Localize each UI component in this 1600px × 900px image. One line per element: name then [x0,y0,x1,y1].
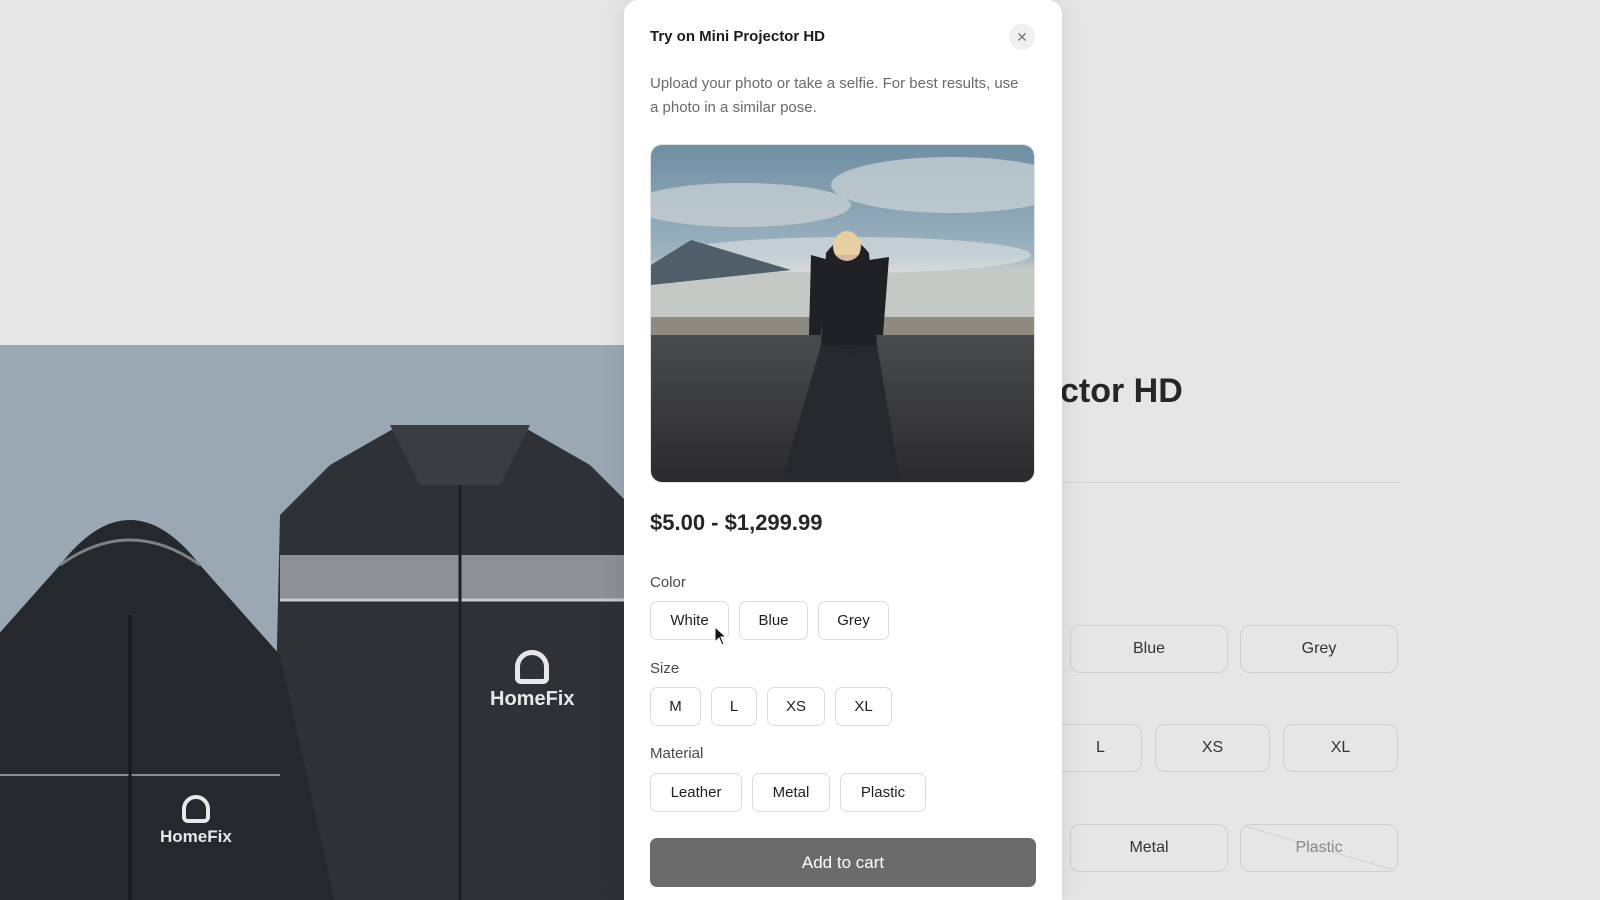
bg-size-option-xs[interactable]: XS [1155,724,1270,772]
try-on-modal: Try on Mini Projector HD ✕ Upload your p… [624,0,1062,900]
try-on-photo [650,144,1035,483]
bg-material-option-metal[interactable]: Metal [1070,824,1228,872]
price-range: $5.00 - $1,299.99 [650,510,823,535]
bg-material-option-plastic: Plastic [1240,824,1398,872]
material-label: Material [650,745,704,762]
bg-size-option-xl[interactable]: XL [1283,724,1398,772]
close-button[interactable]: ✕ [1009,24,1035,50]
bg-size-option-l[interactable]: L [1060,724,1142,772]
color-option-blue[interactable]: Blue [739,601,808,640]
size-options: M L XS XL [650,687,892,726]
product-image: HomeFix HomeFix [0,345,625,900]
material-option-plastic[interactable]: Plastic [840,773,926,812]
size-option-xs[interactable]: XS [767,687,825,726]
bg-color-option-blue[interactable]: Blue [1070,625,1228,673]
material-option-metal[interactable]: Metal [752,773,830,812]
homefix-logo: HomeFix [490,650,574,711]
material-option-leather[interactable]: Leather [650,773,742,812]
color-label: Color [650,574,686,591]
material-options: Leather Metal Plastic [650,773,926,812]
add-to-cart-button[interactable]: Add to cart [650,838,1036,887]
size-label: Size [650,660,680,677]
product-title-background: ctor HD [1060,372,1183,410]
homefix-logo-front: HomeFix [160,795,232,847]
close-icon: ✕ [1016,28,1028,45]
bg-color-option-grey[interactable]: Grey [1240,625,1398,673]
modal-description: Upload your photo or take a selfie. For … [650,75,1019,116]
divider [1060,482,1400,483]
try-on-photo-image [651,145,1034,482]
color-option-grey[interactable]: Grey [818,601,889,640]
size-option-m[interactable]: M [650,687,701,726]
color-options: White Blue Grey [650,601,889,640]
size-option-l[interactable]: L [711,687,757,726]
mouse-cursor-icon [714,626,728,646]
size-option-xl[interactable]: XL [835,687,892,726]
modal-title: Try on Mini Projector HD [650,28,826,45]
